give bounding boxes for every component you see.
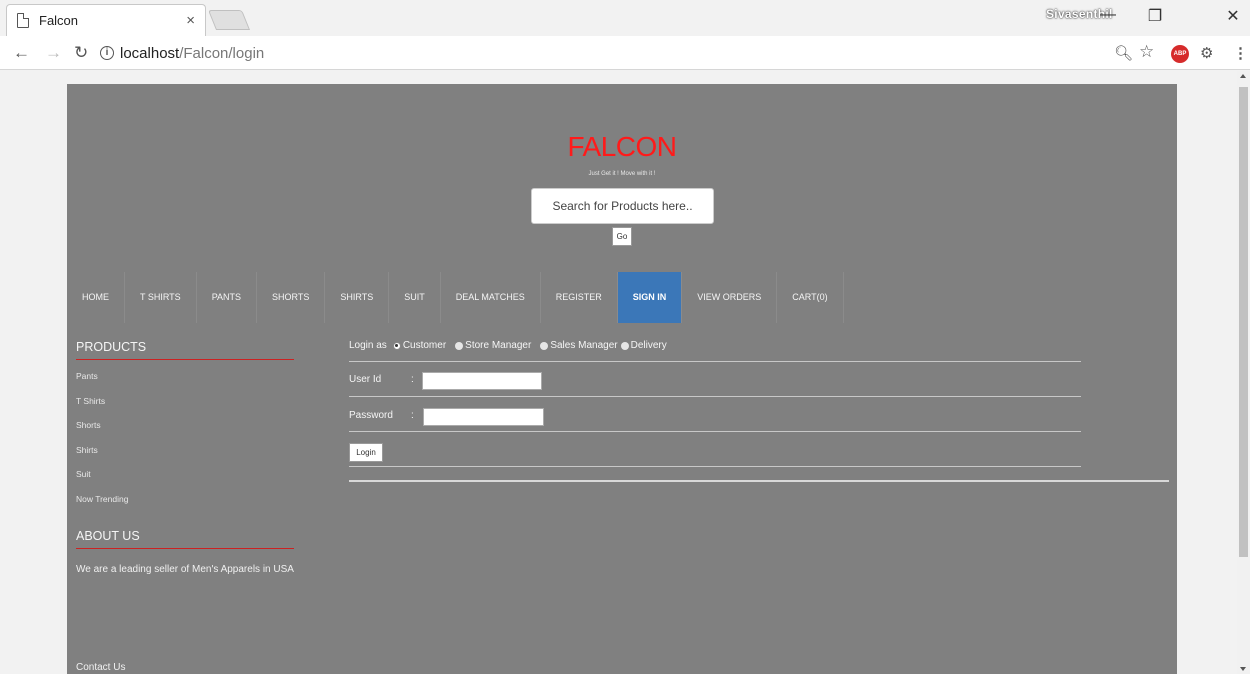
password-label: Password	[349, 410, 393, 421]
nav-cart[interactable]: CART(0)	[777, 272, 844, 323]
sidebar-item-pants[interactable]: Pants	[76, 371, 296, 396]
tab-title: Falcon	[39, 13, 79, 28]
site-brand[interactable]: FALCON	[67, 131, 1177, 163]
radio-icon	[455, 341, 464, 350]
password-input[interactable]	[423, 408, 544, 426]
address-bar[interactable]: i localhost/Falcon/login	[100, 41, 1210, 65]
products-heading: PRODUCTS	[76, 340, 294, 360]
sidebar-item-shirts[interactable]: Shirts	[76, 445, 296, 470]
sidebar: PRODUCTS Pants T Shirts Shorts Shirts Su…	[76, 340, 296, 673]
zoom-icon[interactable]: 🔍︎	[1114, 44, 1133, 62]
login-button-row	[349, 432, 1081, 467]
menu-dots-icon[interactable]: ⋮	[1233, 44, 1248, 62]
login-button[interactable]: Login	[349, 443, 383, 462]
nav-register[interactable]: REGISTER	[541, 272, 618, 323]
about-heading: ABOUT US	[76, 529, 294, 549]
nav-suit[interactable]: SUIT	[389, 272, 441, 323]
radio-icon	[620, 341, 629, 350]
nav-home[interactable]: HOME	[67, 272, 125, 323]
new-tab-button[interactable]	[207, 10, 251, 30]
radio-selected-icon	[392, 341, 401, 350]
browser-tab[interactable]: Falcon ×	[6, 4, 206, 36]
url-text[interactable]: localhost/Falcon/login	[120, 45, 264, 62]
login-role-row: Login as Customer Store Manager Sales Ma…	[349, 340, 1081, 362]
nav-view-orders[interactable]: VIEW ORDERS	[682, 272, 778, 323]
form-divider	[349, 480, 1169, 482]
nav-t-shirts[interactable]: T SHIRTS	[125, 272, 197, 323]
nav-pants[interactable]: PANTS	[197, 272, 258, 323]
sidebar-item-shorts[interactable]: Shorts	[76, 420, 296, 445]
scroll-up-icon[interactable]	[1240, 74, 1246, 78]
browser-tab-bar: Falcon × Sivasenthil — ❐ ✕	[0, 0, 1250, 36]
adblock-icon[interactable]: ABP	[1171, 45, 1189, 63]
about-text: We are a leading seller of Men's Apparel…	[76, 564, 294, 575]
scroll-down-icon[interactable]	[1240, 667, 1246, 671]
sidebar-item-t-shirts[interactable]: T Shirts	[76, 396, 296, 421]
product-search-input[interactable]	[531, 188, 714, 224]
site-container: FALCON Just Get it ! Move with it ! Go H…	[67, 84, 1177, 674]
scrollbar-thumb[interactable]	[1239, 87, 1248, 557]
password-row: Password :	[349, 397, 1081, 432]
products-list: Pants T Shirts Shorts Shirts Suit Now Tr…	[76, 371, 296, 518]
role-radio-sales-manager[interactable]: Sales Manager	[540, 340, 618, 351]
back-arrow-icon[interactable]: ←	[13, 43, 30, 63]
reload-icon[interactable]: ↻	[74, 43, 88, 63]
password-colon: :	[411, 410, 414, 421]
role-radio-store-manager[interactable]: Store Manager	[455, 340, 531, 351]
page-scrollbar[interactable]	[1237, 71, 1250, 674]
tab-close-icon[interactable]: ×	[186, 12, 195, 29]
sidebar-item-now-trending[interactable]: Now Trending	[76, 494, 296, 519]
user-id-colon: :	[411, 374, 414, 385]
info-icon[interactable]: i	[100, 46, 114, 60]
close-window-icon[interactable]: ✕	[1223, 6, 1243, 26]
user-id-input[interactable]	[422, 372, 542, 390]
minimize-icon[interactable]: —	[1098, 6, 1118, 24]
forward-arrow-icon[interactable]: →	[45, 43, 62, 63]
extension-icon[interactable]: ⚙	[1200, 44, 1213, 62]
sidebar-item-suit[interactable]: Suit	[76, 469, 296, 494]
bookmark-star-icon[interactable]: ☆	[1139, 42, 1154, 62]
role-radio-customer[interactable]: Customer	[392, 340, 446, 351]
radio-icon	[540, 341, 549, 350]
user-id-row: User Id :	[349, 362, 1081, 397]
role-radio-delivery[interactable]: Delivery	[620, 340, 667, 351]
contact-us-link[interactable]: Contact Us	[76, 662, 125, 673]
nav-deal-matches[interactable]: DEAL MATCHES	[441, 272, 541, 323]
nav-shirts[interactable]: SHIRTS	[325, 272, 390, 323]
page-viewport: FALCON Just Get it ! Move with it ! Go H…	[0, 71, 1237, 674]
page-icon	[17, 13, 29, 28]
nav-sign-in[interactable]: SIGN IN	[617, 272, 683, 323]
search-go-button[interactable]: Go	[612, 227, 632, 246]
user-id-label: User Id	[349, 374, 382, 385]
restore-icon[interactable]: ❐	[1145, 6, 1165, 26]
browser-toolbar: ← → ↻ i localhost/Falcon/login 🔍︎ ☆ ABP …	[0, 36, 1250, 70]
site-tagline: Just Get it ! Move with it !	[588, 171, 656, 177]
nav-shorts[interactable]: SHORTS	[257, 272, 326, 323]
login-as-label: Login as	[349, 340, 387, 351]
main-nav: HOME T SHIRTS PANTS SHORTS SHIRTS SUIT D…	[67, 272, 844, 323]
